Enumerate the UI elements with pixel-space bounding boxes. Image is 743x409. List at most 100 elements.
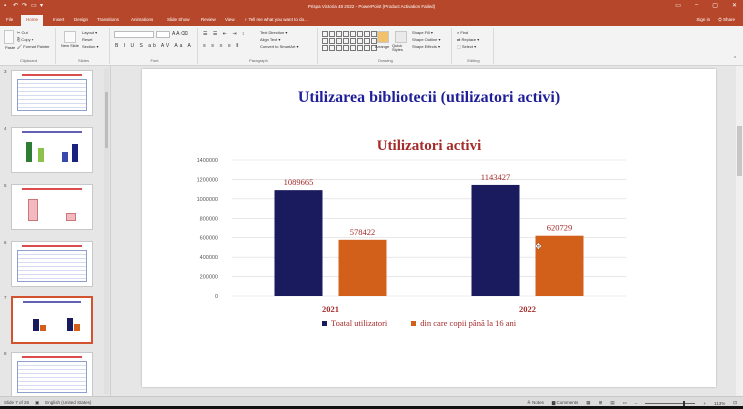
- select-button[interactable]: ⬚ Select ▾: [457, 44, 476, 49]
- tab-review[interactable]: Review: [201, 17, 216, 22]
- tell-me-search[interactable]: ♀ Tell me what you want to do...: [244, 17, 308, 22]
- shape-effects-button[interactable]: Shape Effects ▾: [412, 44, 440, 49]
- thumbnail-number: 3: [4, 69, 7, 74]
- thumbnail-number: 5: [4, 183, 7, 188]
- section-button[interactable]: Section ▾: [82, 44, 98, 49]
- paste-icon[interactable]: [4, 30, 14, 44]
- tab-transitions[interactable]: Transitions: [97, 17, 119, 22]
- legend-item: din care copii până la 16 ani: [411, 318, 516, 328]
- quick-styles-button[interactable]: Quick Styles: [392, 44, 408, 52]
- replace-button[interactable]: ⇄ Replace ▾: [457, 37, 479, 42]
- tab-slide-show[interactable]: Slide Show: [167, 17, 190, 22]
- tab-animations[interactable]: Animations: [131, 17, 153, 22]
- align-buttons[interactable]: ≡ ≡ ≡ ≡ ⫴: [203, 43, 240, 49]
- current-slide[interactable]: Utilizarea bibliotecii (utilizatori acti…: [142, 69, 716, 387]
- bar: [535, 235, 584, 296]
- mouse-cursor-icon: ✥: [535, 242, 542, 251]
- quick-styles-icon[interactable]: [395, 31, 407, 43]
- legend-item: Toatal utilizatori: [322, 318, 387, 328]
- ribbon-home: Paste ✂ Cut ⎘ Copy ▾ 🖌 Format Painter Cl…: [0, 26, 743, 66]
- bar: [274, 190, 323, 296]
- arrange-button[interactable]: Arrange: [375, 44, 389, 49]
- legend-label: Toatal utilizatori: [331, 318, 388, 328]
- sign-in-link[interactable]: Sign in: [696, 17, 710, 22]
- convert-smartart-button[interactable]: Convert to SmartArt ▾: [260, 44, 298, 49]
- list-buttons[interactable]: ☰ ☰ ⇤ ⇥ ↕: [203, 31, 246, 37]
- shape-outline-button[interactable]: Shape Outline ▾: [412, 37, 440, 42]
- slides-label: Slides: [78, 58, 89, 63]
- window-controls: ▭ – ▢ ✕: [675, 2, 737, 9]
- drawing-label: Drawing: [378, 58, 393, 63]
- shape-fill-button[interactable]: Shape Fill ▾: [412, 30, 433, 35]
- data-label: 1089665: [284, 177, 314, 187]
- arrange-icon[interactable]: [377, 31, 389, 43]
- thumbnail-number: 6: [4, 240, 7, 245]
- cut-button[interactable]: ✂ Cut: [17, 30, 28, 35]
- window-title: Prispa Victoria 48 2022 - PowerPoint (Pr…: [307, 4, 436, 9]
- ribbon-tabs: File Home Insert Design Transitions Anim…: [0, 14, 743, 26]
- category-label: 2021: [322, 304, 339, 314]
- slide-thumbnail-3[interactable]: [11, 70, 93, 116]
- minimize-icon[interactable]: –: [695, 2, 698, 9]
- tab-insert[interactable]: Insert: [53, 17, 64, 22]
- editor-scrollbar[interactable]: [736, 66, 743, 396]
- title-bar: ▪ ↶ ↷ ▭ ▾ Prispa Victoria 48 2022 - Powe…: [0, 0, 743, 14]
- y-tick-label: 0: [215, 294, 218, 300]
- clipboard-group: Paste ✂ Cut ⎘ Copy ▾ 🖌 Format Painter Cl…: [2, 28, 56, 64]
- ribbon-display-options-icon[interactable]: ▭: [675, 2, 681, 9]
- font-size-controls[interactable]: A A ⌫: [172, 31, 188, 37]
- category-label: 2022: [519, 304, 536, 314]
- legend-swatch: [322, 320, 327, 326]
- y-tick-label: 1400000: [197, 158, 218, 164]
- data-label: 578422: [350, 227, 376, 237]
- font-size-box[interactable]: [156, 31, 170, 38]
- copy-button[interactable]: ⎘ Copy ▾: [17, 37, 33, 42]
- reset-button[interactable]: Reset: [82, 37, 92, 42]
- thumbnail-number: 4: [4, 126, 7, 131]
- zoom-out-icon[interactable]: –: [635, 401, 638, 406]
- editing-group: ⌕ Find ⇄ Replace ▾ ⬚ Select ▾ Editing: [454, 28, 494, 64]
- font-group: A A ⌫ B I U S ab AV Aa A Font: [112, 28, 198, 64]
- font-format-buttons[interactable]: B I U S ab AV Aa A: [115, 43, 193, 49]
- font-name-box[interactable]: [114, 31, 154, 38]
- format-painter-button[interactable]: 🖌 Format Painter: [17, 44, 50, 49]
- zoom-slider[interactable]: [645, 400, 696, 406]
- collapse-ribbon-icon[interactable]: ⌃: [733, 56, 737, 62]
- legend-label: din care copii până la 16 ani: [420, 318, 517, 328]
- text-direction-button[interactable]: Text Direction ▾: [260, 30, 287, 35]
- close-icon[interactable]: ✕: [732, 2, 737, 9]
- y-tick-label: 200000: [200, 275, 218, 281]
- share-button[interactable]: ⛭ Share: [718, 17, 735, 22]
- slide-thumbnail-8[interactable]: [11, 352, 93, 398]
- zoom-level[interactable]: 113%: [714, 401, 725, 406]
- align-text-button[interactable]: Align Text ▾: [260, 37, 280, 42]
- shapes-gallery[interactable]: [322, 31, 377, 53]
- font-label: Font: [150, 58, 159, 63]
- maximize-icon[interactable]: ▢: [712, 2, 718, 9]
- tab-view[interactable]: View: [225, 17, 235, 22]
- find-button[interactable]: ⌕ Find: [457, 30, 468, 35]
- tab-design[interactable]: Design: [74, 17, 88, 22]
- thumbnails-scrollbar[interactable]: [104, 68, 109, 394]
- new-slide-icon[interactable]: [64, 31, 76, 43]
- tab-home[interactable]: Home: [21, 15, 44, 26]
- y-tick-label: 1200000: [197, 177, 218, 183]
- chart-svg: 1400000 1200000 1000000 800000 600000 400000 2…: [197, 158, 626, 314]
- paragraph-group: ☰ ☰ ⇤ ⇥ ↕ ≡ ≡ ≡ ≡ ⫴ Text Direction ▾ Ali…: [200, 28, 318, 64]
- paste-button[interactable]: Paste: [5, 45, 15, 50]
- zoom-in-icon[interactable]: +: [703, 401, 706, 406]
- data-label: 1143427: [481, 172, 510, 182]
- slide-thumbnail-6[interactable]: [11, 241, 93, 287]
- tab-file[interactable]: File: [6, 17, 13, 22]
- chart-legend: Toatal utilizatori din care copii până l…: [322, 318, 516, 328]
- editing-label: Editing: [467, 58, 480, 63]
- slides-group: New Slide Layout ▾ Reset Section ▾ Slide…: [58, 28, 110, 64]
- paragraph-label: Paragraph: [249, 58, 268, 63]
- layout-button[interactable]: Layout ▾: [82, 30, 97, 35]
- thumbnail-number: 7: [4, 295, 7, 300]
- y-tick-label: 1000000: [197, 197, 218, 203]
- slide-thumbnail-4[interactable]: [11, 127, 93, 173]
- slide-thumbnail-7[interactable]: [11, 296, 93, 344]
- new-slide-button[interactable]: New Slide: [61, 44, 81, 49]
- slide-thumbnail-5[interactable]: [11, 184, 93, 230]
